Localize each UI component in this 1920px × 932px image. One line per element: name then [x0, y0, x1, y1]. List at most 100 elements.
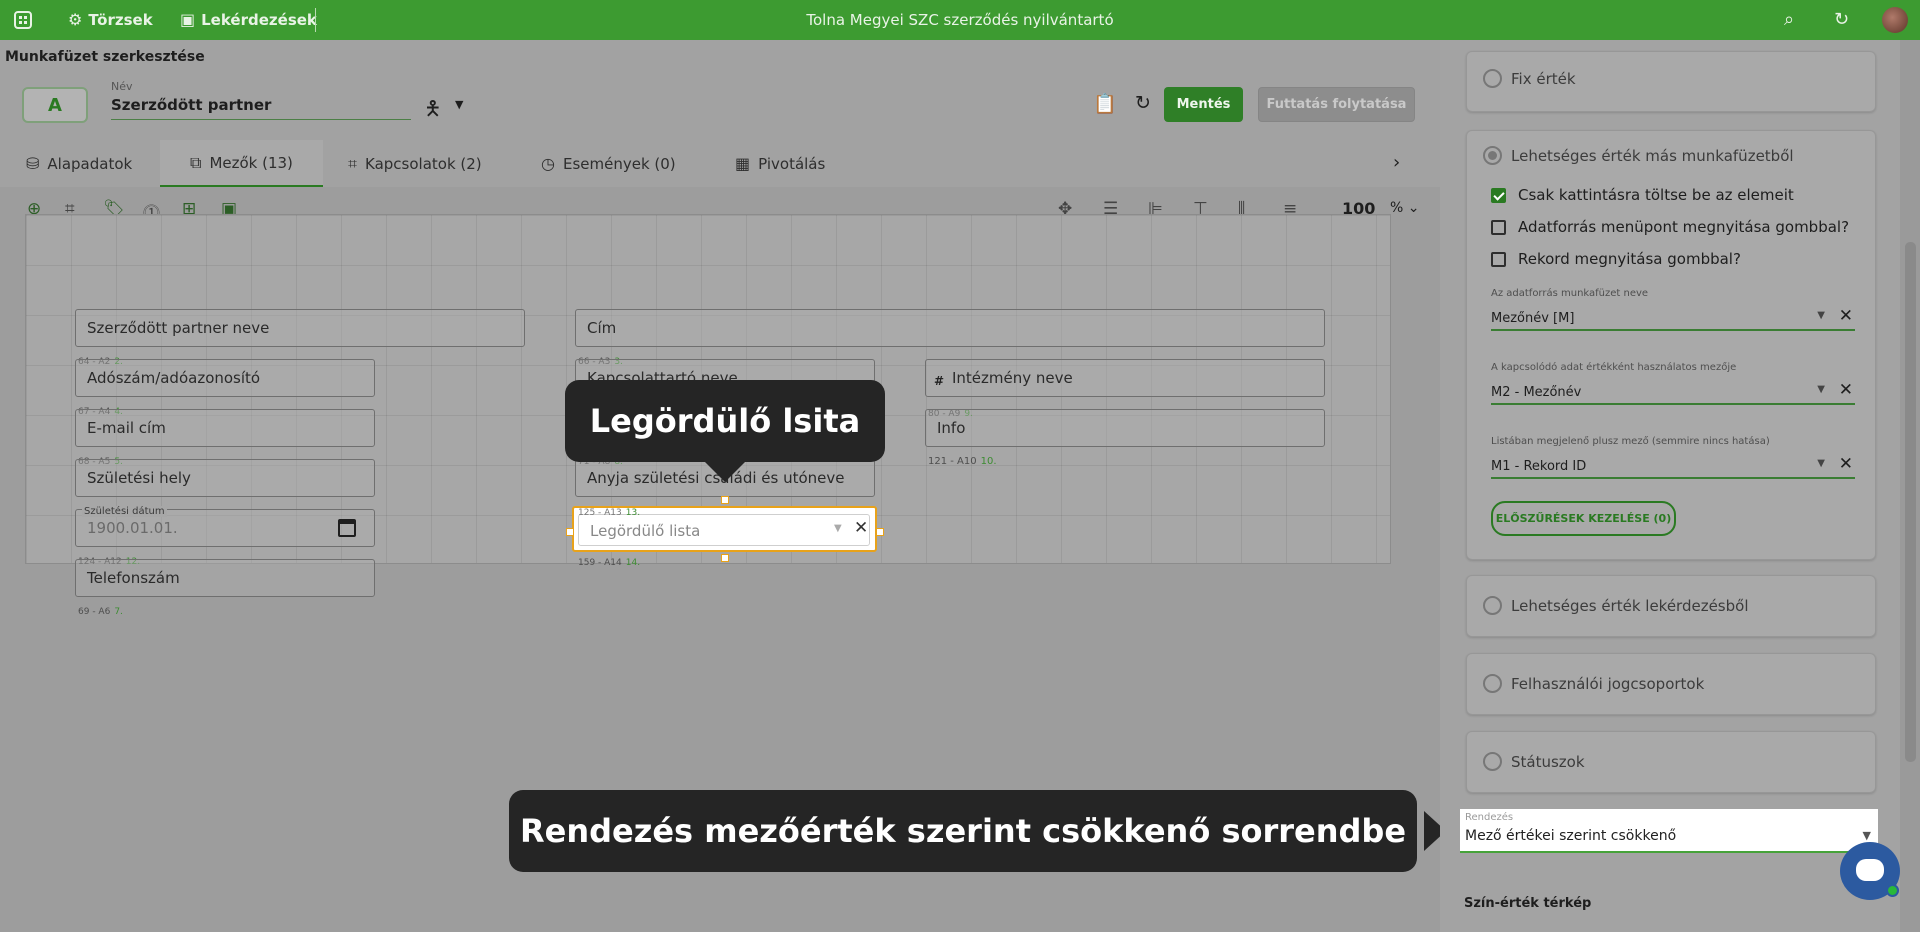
- source-workbook-label: Az adatforrás munkafüzet neve: [1491, 288, 1649, 299]
- field-phone[interactable]: Telefonszám: [75, 559, 375, 597]
- clear-icon[interactable]: ✕: [1839, 380, 1853, 400]
- linked-field-select[interactable]: M2 - Mezőnév ▼ ✕: [1491, 380, 1855, 405]
- chat-icon: [1856, 859, 1884, 881]
- option-from-query[interactable]: Lehetséges érték lekérdezésből: [1466, 575, 1876, 637]
- chat-button[interactable]: [1840, 842, 1900, 900]
- accessibility-icon[interactable]: 🯅: [424, 94, 442, 128]
- option-label: Felhasználói jogcsoportok: [1511, 675, 1705, 693]
- zoom-unit-select[interactable]: % ⌄: [1390, 200, 1420, 216]
- sort-label: Rendezés: [1465, 812, 1514, 823]
- field-label: Info: [937, 419, 966, 437]
- checkbox-open-record[interactable]: [1491, 252, 1506, 267]
- clear-icon[interactable]: ✕: [1839, 306, 1853, 326]
- option-label: Státuszok: [1511, 753, 1585, 771]
- fields-icon: ⧉: [190, 152, 202, 172]
- tooltip-dropdown: Legördülő lsita: [565, 380, 885, 462]
- field-institution-name[interactable]: Intézmény neve: [925, 359, 1325, 397]
- option-label: Lehetséges érték más munkafüzetből: [1511, 147, 1794, 165]
- tab-label: Alapadatok: [47, 154, 133, 173]
- clear-icon[interactable]: ✕: [1839, 454, 1853, 474]
- field-label: Születési hely: [87, 469, 191, 487]
- tab-label: Mezők (13): [209, 153, 293, 172]
- checkbox-label: Adatforrás menüpont megnyitása gombbal?: [1518, 218, 1850, 236]
- checkbox-open-source[interactable]: [1491, 220, 1506, 235]
- option-other-workbook[interactable]: Lehetséges érték más munkafüzetből Csak …: [1466, 130, 1876, 560]
- chevron-right-icon[interactable]: ›: [1393, 152, 1400, 173]
- caret-down-icon[interactable]: ▼: [1863, 829, 1871, 842]
- option-user-groups[interactable]: Felhasználói jogcsoportok: [1466, 653, 1876, 715]
- manage-prefilters-button[interactable]: ELŐSZŰRÉSEK KEZELÉSE (0): [1491, 501, 1676, 536]
- checkbox-label: Rekord megnyitása gombbal?: [1518, 250, 1741, 268]
- resize-handle[interactable]: [876, 528, 884, 536]
- field-label: Intézmény neve: [952, 369, 1073, 387]
- avatar[interactable]: [1882, 7, 1908, 33]
- tab-label: Kapcsolatok (2): [365, 154, 482, 173]
- color-map-title: Szín-érték térkép: [1464, 896, 1592, 911]
- tab-events[interactable]: ◷ Események (0): [541, 140, 676, 187]
- extra-field-label: Listában megjelenő plusz mező (semmire n…: [1491, 436, 1770, 447]
- field-label: E-mail cím: [87, 419, 166, 437]
- caret-down-icon[interactable]: ▼: [1817, 458, 1825, 469]
- source-workbook-select[interactable]: Mezőnév [M] ▼ ✕: [1491, 306, 1855, 331]
- timer-icon: ◷: [541, 154, 555, 173]
- field-email[interactable]: E-mail cím: [75, 409, 375, 447]
- linked-field-label: A kapcsolódó adat értékként használatos …: [1491, 362, 1737, 373]
- database-icon: ⛁: [26, 154, 40, 173]
- hash-icon: #: [934, 374, 945, 388]
- option-statuses[interactable]: Státuszok: [1466, 731, 1876, 793]
- dropdown-placeholder: Legördülő lista: [590, 522, 701, 540]
- field-label: Szerződött partner neve: [87, 319, 270, 337]
- scrollbar-thumb[interactable]: [1905, 242, 1916, 762]
- field-info[interactable]: Info: [925, 409, 1325, 447]
- radio-button[interactable]: [1483, 69, 1502, 88]
- tab-pivot[interactable]: ▦ Pivotálás: [735, 140, 825, 187]
- continue-run-button[interactable]: Futtatás folytatása: [1258, 87, 1415, 122]
- workbook-badge[interactable]: A: [22, 87, 88, 123]
- field-birth-place[interactable]: Születési hely: [75, 459, 375, 497]
- radio-button[interactable]: [1483, 596, 1502, 615]
- calendar-icon[interactable]: [338, 519, 356, 537]
- refresh-icon[interactable]: ↻: [1834, 9, 1849, 30]
- field-tag: 125 - A13 13.: [578, 508, 641, 518]
- extra-field-select[interactable]: M1 - Rekord ID ▼ ✕: [1491, 454, 1855, 479]
- online-status-dot: [1886, 884, 1899, 897]
- field-label: Telefonszám: [87, 569, 180, 587]
- search-icon[interactable]: ⌕: [1784, 9, 1794, 30]
- checkbox-load-on-click[interactable]: [1491, 188, 1506, 203]
- dropdown-input[interactable]: Legördülő lista ▼ ✕: [578, 514, 870, 546]
- checkbox-label: Csak kattintásra töltse be az elemeit: [1518, 186, 1794, 204]
- option-fixed-value[interactable]: Fix érték: [1466, 51, 1876, 112]
- save-button[interactable]: Mentés: [1164, 87, 1243, 122]
- clipboard-icon[interactable]: 📋: [1093, 92, 1117, 115]
- field-address[interactable]: Cím: [575, 309, 1325, 347]
- caret-down-icon[interactable]: ▼: [1817, 310, 1825, 321]
- radio-button[interactable]: [1483, 674, 1502, 693]
- reload-icon[interactable]: ↻: [1135, 92, 1151, 114]
- chevron-down-icon[interactable]: ▼: [455, 98, 463, 111]
- tab-relations[interactable]: ⌗ Kapcsolatok (2): [348, 140, 482, 187]
- zoom-unit: %: [1390, 200, 1404, 216]
- field-floating-label: Születési dátum: [82, 506, 167, 517]
- pivot-icon: ▦: [735, 154, 751, 173]
- field-tax-number[interactable]: Adószám/adóazonosító: [75, 359, 375, 397]
- caret-down-icon[interactable]: ▼: [1817, 384, 1825, 395]
- clear-icon[interactable]: ✕: [854, 518, 868, 538]
- resize-handle[interactable]: [566, 528, 574, 536]
- caret-down-icon[interactable]: ▼: [834, 523, 842, 534]
- radio-button[interactable]: [1483, 146, 1502, 165]
- select-value: M1 - Rekord ID: [1491, 459, 1587, 474]
- resize-handle[interactable]: [721, 554, 729, 562]
- tooltip-arrow: [705, 462, 745, 482]
- tab-basics[interactable]: ⛁ Alapadatok: [26, 140, 132, 187]
- sort-value: Mező értékei szerint csökkenő: [1465, 828, 1677, 844]
- field-value: 1900.01.01.: [87, 519, 178, 537]
- resize-handle[interactable]: [721, 496, 729, 504]
- field-label: Cím: [587, 319, 617, 337]
- tab-bar: ⛁ Alapadatok ⧉ Mezők (13) ⌗ Kapcsolatok …: [0, 140, 1440, 187]
- sort-select[interactable]: Rendezés Mező értékei szerint csökkenő ▼: [1460, 809, 1878, 853]
- workbook-name-input[interactable]: Szerződött partner: [111, 96, 411, 120]
- field-partner-name[interactable]: Szerződött partner neve: [75, 309, 525, 347]
- tab-fields[interactable]: ⧉ Mezők (13): [160, 140, 323, 187]
- field-tag: 159 - A14 14.: [578, 558, 641, 568]
- radio-button[interactable]: [1483, 752, 1502, 771]
